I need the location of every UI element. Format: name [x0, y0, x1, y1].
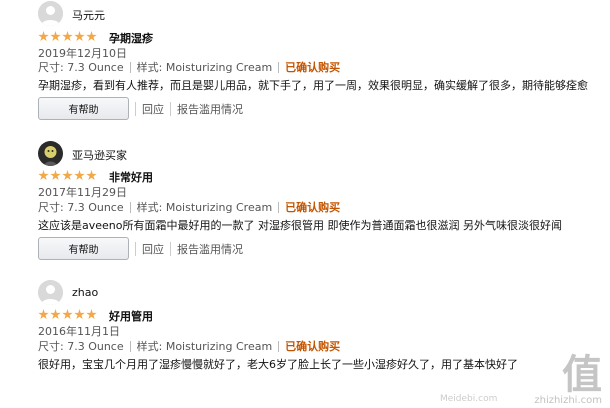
- star-icon: [62, 170, 73, 181]
- size-option: 尺寸: 7.3 Ounce: [38, 340, 124, 353]
- star-icon: [50, 31, 61, 42]
- size-option: 尺寸: 7.3 Ounce: [38, 201, 124, 214]
- review-meta: 尺寸: 7.3 Ounce 样式: Moisturizing Cream 已确认…: [38, 338, 340, 354]
- action-divider: [170, 242, 171, 256]
- comment-link[interactable]: 回应: [142, 101, 164, 117]
- review-title[interactable]: 好用管用: [109, 308, 153, 324]
- review-title[interactable]: 非常好用: [109, 169, 153, 185]
- review-body: 孕期湿疹，看到有人推荐，而且是婴儿用品，就下手了，用了一周，效果很明显，确实缓解…: [38, 79, 588, 92]
- watermark-small: Meidebi.com: [440, 394, 498, 404]
- star-icon: [38, 31, 49, 42]
- reviewer-name[interactable]: zhao: [72, 286, 98, 299]
- reviewer-name[interactable]: 马元元: [72, 7, 105, 23]
- comment-link[interactable]: 回应: [142, 241, 164, 257]
- style-option[interactable]: 样式: Moisturizing Cream: [137, 338, 273, 354]
- action-divider: [170, 102, 171, 116]
- helpful-button[interactable]: 有帮助: [38, 97, 129, 120]
- review-title[interactable]: 孕期湿疹: [109, 30, 153, 46]
- reviewer-name[interactable]: 亚马逊买家: [72, 147, 127, 163]
- meta-divider: [278, 340, 280, 352]
- meta-divider: [129, 61, 131, 73]
- star-icon: [62, 309, 73, 320]
- star-icon: [74, 309, 85, 320]
- profile-photo-icon: [38, 141, 63, 166]
- review-date: 2017年11月29日: [38, 186, 127, 199]
- verified-purchase-badge: 已确认购买: [285, 340, 341, 353]
- star-icon: [86, 31, 97, 42]
- star-rating[interactable]: [38, 170, 97, 182]
- action-divider: [135, 242, 136, 256]
- star-icon: [50, 170, 61, 181]
- star-icon: [74, 170, 85, 181]
- star-icon: [38, 170, 49, 181]
- default-avatar-icon: [38, 280, 63, 305]
- star-icon: [50, 309, 61, 320]
- verified-purchase-badge: 已确认购买: [285, 201, 341, 214]
- review-meta: 尺寸: 7.3 Ounce 样式: Moisturizing Cream 已确认…: [38, 59, 340, 75]
- review-meta: 尺寸: 7.3 Ounce 样式: Moisturizing Cream 已确认…: [38, 199, 340, 215]
- user-avatar[interactable]: [38, 1, 63, 26]
- watermark-logo: 值: [562, 352, 604, 398]
- watermark-site: zhizhizhi.com: [534, 395, 602, 406]
- meta-divider: [278, 61, 280, 73]
- star-rating[interactable]: [38, 31, 97, 43]
- verified-purchase-badge: 已确认购买: [285, 61, 341, 74]
- star-icon: [62, 31, 73, 42]
- style-option[interactable]: 样式: Moisturizing Cream: [137, 199, 273, 215]
- star-icon: [38, 309, 49, 320]
- user-avatar[interactable]: [38, 141, 63, 166]
- review-body: 这应该是aveeno所有面霜中最好用的一款了 对湿疹很管用 即使作为普通面霜也很…: [38, 219, 562, 232]
- review-date: 2016年11月1日: [38, 325, 120, 338]
- default-avatar-icon: [38, 1, 63, 26]
- review-actions: 回应 报告滥用情况: [129, 101, 243, 117]
- size-option: 尺寸: 7.3 Ounce: [38, 61, 124, 74]
- meta-divider: [129, 201, 131, 213]
- review-body: 很好用，宝宝几个月用了湿疹慢慢就好了，老大6岁了脸上长了一些小湿疹好久了，用了基…: [38, 358, 518, 371]
- review-actions: 回应 报告滥用情况: [129, 241, 243, 257]
- style-option[interactable]: 样式: Moisturizing Cream: [137, 59, 273, 75]
- report-abuse-link[interactable]: 报告滥用情况: [177, 241, 243, 257]
- action-divider: [135, 102, 136, 116]
- report-abuse-link[interactable]: 报告滥用情况: [177, 101, 243, 117]
- meta-divider: [129, 340, 131, 352]
- star-rating[interactable]: [38, 309, 97, 321]
- meta-divider: [278, 201, 280, 213]
- star-icon: [86, 309, 97, 320]
- user-avatar[interactable]: [38, 280, 63, 305]
- star-icon: [74, 31, 85, 42]
- star-icon: [86, 170, 97, 181]
- helpful-button[interactable]: 有帮助: [38, 237, 129, 260]
